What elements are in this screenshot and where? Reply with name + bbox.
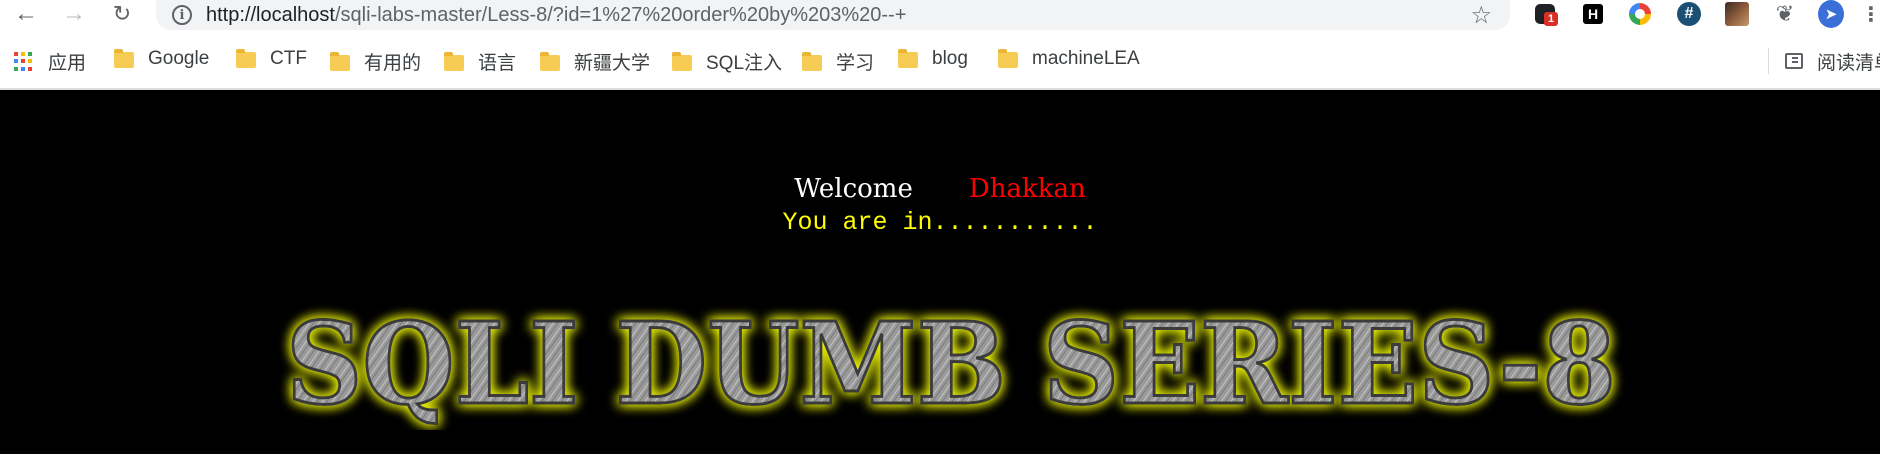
- bookmark-label: CTF: [270, 48, 307, 69]
- welcome-line: Welcome Dhakkan: [0, 174, 1880, 204]
- folder-icon: [802, 51, 822, 71]
- reading-list-icon: [1785, 53, 1803, 69]
- bookmark-star-icon[interactable]: ☆: [1470, 1, 1492, 30]
- bookmark-label: SQL注入: [706, 53, 783, 74]
- extension-badge: 1: [1544, 12, 1559, 26]
- bookmark-label: 学习: [836, 53, 875, 74]
- bookmark-folder-blog[interactable]: blog: [898, 48, 968, 70]
- bookmark-folder-study[interactable]: 学习: [802, 48, 874, 75]
- folder-icon: [540, 51, 560, 71]
- avatar-image-icon: [1725, 2, 1749, 26]
- folder-icon: [330, 51, 350, 71]
- folder-icon: [898, 49, 918, 68]
- bookmark-folder-language[interactable]: 语言: [444, 48, 516, 75]
- extension-hash-symbol: #: [1677, 2, 1701, 26]
- user-name: Dhakkan: [968, 174, 1086, 204]
- extension-ring-icon[interactable]: [1627, 1, 1653, 27]
- ring-icon: [1629, 3, 1651, 25]
- extension-hash-icon[interactable]: #: [1676, 1, 1702, 27]
- folder-icon: [114, 49, 134, 68]
- status-message: You are in...........: [782, 208, 1098, 237]
- page-body: Welcome Dhakkan You are in........... SQL…: [0, 92, 1880, 454]
- bookmark-label: 新疆大学: [574, 53, 651, 74]
- address-bar[interactable]: i http://localhost/sqli-labs-master/Less…: [156, 0, 1510, 30]
- reload-icon[interactable]: ↻: [106, 0, 138, 28]
- extension-avatar-icon[interactable]: [1724, 1, 1750, 27]
- extensions-puzzle-icon[interactable]: ❦: [1772, 1, 1798, 27]
- site-info-icon[interactable]: i: [172, 5, 192, 25]
- bookmark-label: 应用: [48, 53, 87, 74]
- welcome-text: Welcome: [794, 174, 913, 204]
- folder-icon: [998, 49, 1018, 68]
- banner-text: SQLI DUMB SERIES-8: [286, 300, 1616, 430]
- bookmark-folder-sql-injection[interactable]: SQL注入: [672, 48, 782, 75]
- paper-plane-icon: ➤: [1818, 0, 1844, 28]
- folder-icon: [236, 49, 256, 68]
- extension-h-letter: H: [1583, 4, 1603, 24]
- bookmark-label: 语言: [478, 53, 517, 74]
- menu-kebab-icon[interactable]: ⋮: [1858, 1, 1880, 27]
- extension-h-icon[interactable]: H: [1580, 1, 1606, 27]
- bookmark-label: Google: [148, 48, 210, 69]
- bookmark-folder-xinjiang-university[interactable]: 新疆大学: [540, 48, 650, 75]
- bookmark-folder-google[interactable]: Google: [114, 48, 209, 70]
- reading-list-button[interactable]: 阅读清单: [1768, 48, 1880, 74]
- series-banner: SQLI DUMB SERIES-8: [285, 300, 1618, 430]
- bookmark-folder-useful[interactable]: 有用的: [330, 48, 421, 75]
- bookmark-label: blog: [932, 48, 968, 69]
- url-text[interactable]: http://localhost/sqli-labs-master/Less-8…: [206, 4, 906, 27]
- url-path: /sqli-labs-master/Less-8/?id=1%27%20orde…: [334, 3, 907, 26]
- profile-avatar-icon[interactable]: ➤: [1818, 0, 1844, 28]
- extension-notification-icon[interactable]: 1: [1532, 1, 1559, 27]
- bookmark-folder-ctf[interactable]: CTF: [236, 48, 307, 70]
- bookmark-apps[interactable]: 应用: [14, 48, 86, 75]
- bookmark-label: 有用的: [364, 53, 422, 74]
- bookmark-folder-machinelea[interactable]: machineLEA: [998, 48, 1140, 70]
- folder-icon: [444, 51, 464, 71]
- apps-grid-icon: [14, 51, 34, 72]
- reading-list-label: 阅读清单: [1817, 52, 1880, 74]
- url-host: http://localhost: [206, 3, 335, 26]
- browser-toolbar: ← → ↻ i http://localhost/sqli-labs-maste…: [0, 0, 1880, 30]
- forward-arrow-icon[interactable]: →: [58, 0, 90, 28]
- bookmarks-bar: 应用 Google CTF 有用的 语言 新疆大学 SQL注入 学习 blog …: [0, 30, 1880, 90]
- bookmark-label: machineLEA: [1032, 48, 1140, 69]
- folder-icon: [672, 51, 692, 71]
- back-arrow-icon[interactable]: ←: [10, 0, 42, 28]
